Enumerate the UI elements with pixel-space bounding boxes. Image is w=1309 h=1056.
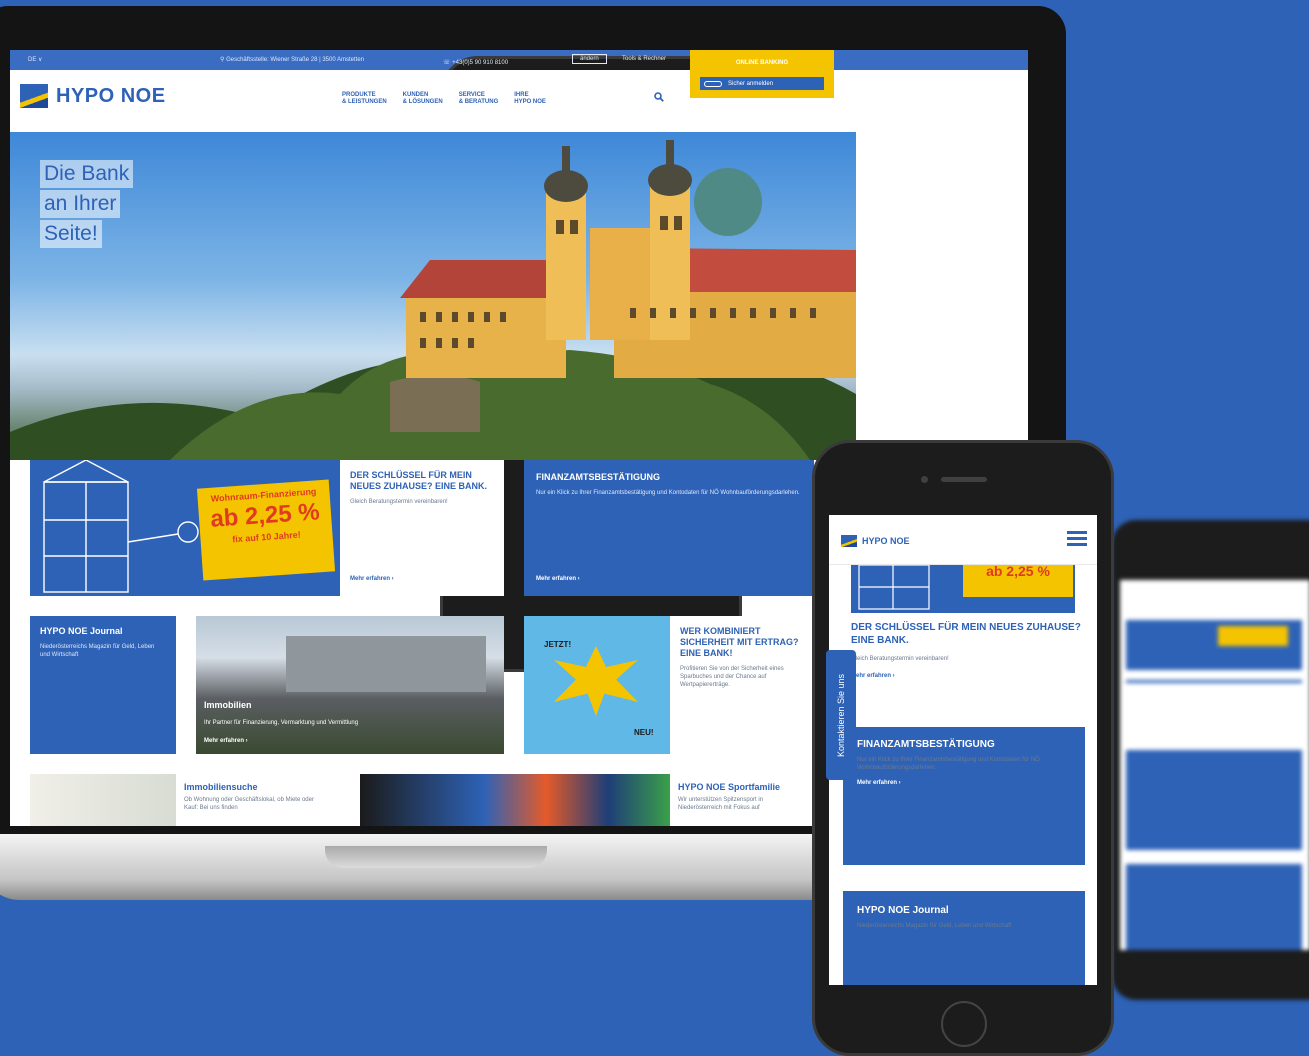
logo-text: HYPO NOE (56, 84, 166, 107)
phone-finanzamt-title: FINANZAMTSBESTÄTIGUNG (857, 739, 995, 750)
finanzamt-tile-link[interactable]: Mehr erfahren › (536, 576, 580, 582)
starburst-graphic (554, 646, 638, 716)
immobilien-tile[interactable]: Immobilien Ihr Partner für Finanzierung,… (196, 616, 504, 754)
tablet-badge (1218, 626, 1288, 646)
immobilien-tile-text: Ihr Partner für Finanzierung, Vermarktun… (204, 720, 359, 726)
slogan-line: an Ihrer (40, 190, 121, 218)
hero-banner: Die Bank an Ihrer Seite! (10, 132, 856, 460)
contact-us-tab[interactable]: Kontaktieren Sie uns (826, 650, 856, 780)
tablet-device (1112, 520, 1309, 1000)
phone-screen: ab 2,25 % HYPO NOE DER SCHLÜSSEL FÜR MEI… (829, 515, 1097, 985)
secure-login-button[interactable]: Sicher anmelden (700, 77, 824, 90)
ertrag-tile-text: Profitieren Sie von der Sicherheit eines… (680, 666, 784, 688)
immobilien-tile-link[interactable]: Mehr erfahren › (204, 738, 248, 744)
online-banking-box: ONLINE BANKING Sicher anmelden (690, 50, 834, 98)
nav-ihre-hypo[interactable]: IHRE HYPO NOE (514, 92, 546, 106)
immobilien-tile-title: Immobilien (204, 700, 252, 710)
ertrag-tile[interactable]: WER KOMBINIERT SICHERHEIT MIT ERTRAG? EI… (670, 616, 814, 754)
phone-finanzamt-card[interactable]: FINANZAMTSBESTÄTIGUNG Nur ein Klick zu I… (843, 727, 1085, 865)
tablet-blue-card (1126, 750, 1302, 850)
ertrag-tile-title: WER KOMBINIERT SICHERHEIT MIT ERTRAG? EI… (680, 626, 799, 658)
tablet-screen (1120, 580, 1309, 950)
key-tile-link[interactable]: Mehr erfahren › (350, 576, 394, 582)
phone-journal-text: Niederösterreichs Magazin für Geld, Lebe… (857, 923, 1012, 929)
phone-journal-card[interactable]: HYPO NOE Journal Niederösterreichs Magaz… (843, 891, 1085, 985)
phone-device: ab 2,25 % HYPO NOE DER SCHLÜSSEL FÜR MEI… (812, 440, 1114, 1056)
nav-kunden[interactable]: KUNDEN & LÖSUNGEN (403, 92, 443, 106)
key-tile[interactable]: DER SCHLÜSSEL FÜR MEIN NEUES ZUHAUSE? EI… (340, 460, 504, 596)
phone-logo-mark-icon (841, 535, 857, 547)
tablet-header (1120, 580, 1309, 620)
hero-side-panel (856, 132, 1028, 460)
immosuche-tile-text: Ob Wohnung oder Geschäftslokal, ob Miete… (184, 797, 314, 811)
main-header: HYPO NOE PRODUKTE & LEISTUNGEN KUNDEN & … (10, 70, 1028, 132)
tools-link[interactable]: Tools & Rechner (622, 56, 666, 62)
nav-produkte[interactable]: PRODUKTE & LEISTUNGEN (342, 92, 387, 106)
laptop-notch (325, 846, 547, 868)
language-selector[interactable]: DE ∨ (28, 56, 42, 63)
phone-key-title: DER SCHLÜSSEL FÜR MEIN NEUES ZUHAUSE? EI… (851, 622, 1081, 646)
slogan-line: Seite! (40, 220, 102, 248)
phone-key-link[interactable]: Mehr erfahren › (851, 673, 1083, 679)
branch-address: ⚲ Geschäftsstelle: Wiener Straße 28 | 35… (220, 57, 365, 63)
phone-journal-title: HYPO NOE Journal (857, 905, 949, 916)
card-icon (704, 80, 722, 87)
jetzt-label: JETZT! (544, 640, 572, 649)
abbey-illustration (10, 140, 856, 460)
online-banking-title: ONLINE BANKING (735, 60, 789, 66)
sportfamilie-photo (360, 774, 670, 826)
tablet-card (1126, 680, 1302, 740)
phone-finanzamt-text: Nur ein Klick zu Ihrer Finanzamtsbestäti… (857, 757, 1040, 771)
finanzamt-tile-text: Nur ein Klick zu Ihrer Finanzamtsbestäti… (536, 490, 800, 496)
phone-key-text: Gleich Beratungstermin vereinbaren! (851, 656, 949, 662)
phone-speaker (941, 477, 987, 482)
main-nav: PRODUKTE & LEISTUNGEN KUNDEN & LÖSUNGEN … (342, 92, 546, 106)
nav-service[interactable]: SERVICE & BERATUNG (459, 92, 499, 106)
tablet-blue-card-2 (1126, 864, 1302, 950)
change-branch-button[interactable]: ändern (572, 54, 607, 64)
logo-mark-icon (20, 84, 48, 108)
immosuche-tile-title: Immobiliensuche (184, 782, 258, 792)
slogan-line: Die Bank (40, 160, 134, 188)
neu-label: NEU! (634, 728, 654, 737)
phone-home-button (941, 1001, 987, 1047)
sportfamilie-tile[interactable]: HYPO NOE Sportfamilie Wir unterstützen S… (670, 774, 814, 826)
key-tile-text: Gleich Beratungstermin vereinbaren! (350, 499, 448, 505)
ertrag-illustration-tile[interactable]: JETZT! NEU! (524, 616, 670, 754)
secure-login-label: Sicher anmelden (728, 80, 774, 87)
tablet-hero (1126, 620, 1302, 670)
promo-house-tile[interactable]: Wohnraum-Finanzierung ab 2,25 % fix auf … (30, 460, 340, 596)
top-utility-bar: DE ∨ ⚲ Geschäftsstelle: Wiener Straße 28… (10, 50, 1028, 672)
finanzamt-tile-title: FINANZAMTSBESTÄTIGUNG (536, 472, 660, 482)
finanzamt-tile[interactable]: FINANZAMTSBESTÄTIGUNG Nur ein Klick zu I… (524, 460, 814, 596)
search-icon[interactable] (654, 92, 664, 102)
branch-address-text: Geschäftsstelle: Wiener Straße 28 | 3500… (226, 57, 365, 63)
phone-logo-text: HYPO NOE (862, 536, 910, 546)
hero-slogan: Die Bank an Ihrer Seite! (40, 160, 134, 250)
hamburger-menu-icon[interactable] (1067, 531, 1087, 547)
branch-phone-text: +43(0)5 90 910 8100 (452, 60, 509, 66)
building-photo (286, 636, 486, 692)
phone-logo[interactable]: HYPO NOE (841, 535, 910, 547)
journal-tile[interactable]: HYPO NOE Journal Niederösterreichs Magaz… (30, 616, 176, 754)
hypo-noe-logo[interactable]: HYPO NOE (20, 84, 166, 108)
phone-key-card[interactable]: DER SCHLÜSSEL FÜR MEIN NEUES ZUHAUSE? EI… (851, 621, 1083, 707)
phone-rate-badge: ab 2,25 % (963, 565, 1073, 597)
phone-hero-banner: ab 2,25 % (851, 565, 1075, 613)
journal-tile-title: HYPO NOE Journal (40, 626, 123, 636)
phone-header: HYPO NOE (829, 515, 1097, 565)
sportfamilie-tile-title: HYPO NOE Sportfamilie (678, 782, 781, 792)
immosuche-photo (30, 774, 176, 826)
immosuche-tile[interactable]: Immobiliensuche Ob Wohnung oder Geschäft… (176, 774, 336, 826)
promo-rate-badge: Wohnraum-Finanzierung ab 2,25 % fix auf … (196, 479, 336, 581)
sportfamilie-tile-text: Wir unterstützen Spitzensport in Niederö… (678, 797, 764, 811)
journal-tile-text: Niederösterreichs Magazin für Geld, Lebe… (40, 644, 155, 658)
phone-finanzamt-link[interactable]: Mehr erfahren › (857, 780, 1071, 786)
phone-camera (921, 476, 928, 483)
key-tile-title: DER SCHLÜSSEL FÜR MEIN NEUES ZUHAUSE? EI… (350, 470, 488, 491)
